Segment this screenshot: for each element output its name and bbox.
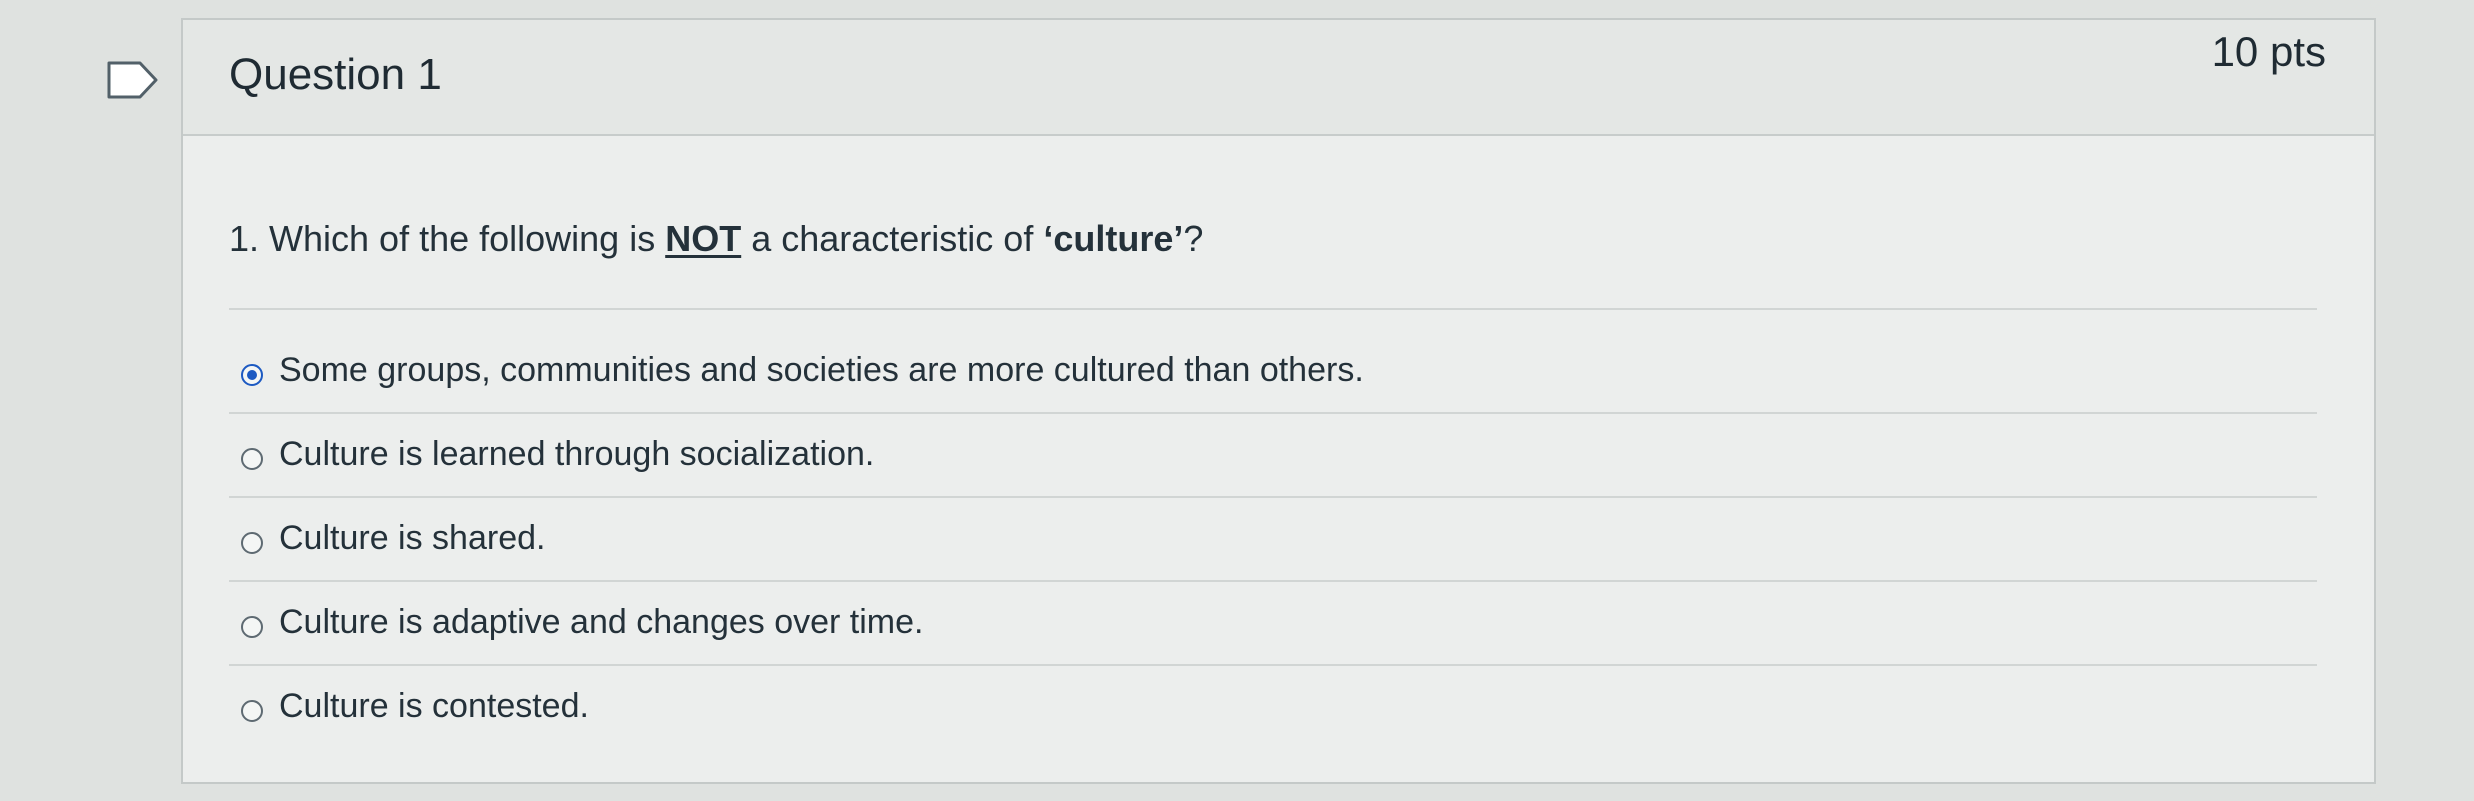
- question-text: 1. Which of the following is NOT a chara…: [229, 218, 1203, 260]
- answers-divider: [229, 308, 2317, 310]
- answer-list: Some groups, communities and societies a…: [229, 330, 2317, 750]
- answer-option-2[interactable]: Culture is learned through socialization…: [229, 414, 2317, 498]
- flag-question-button[interactable]: [106, 60, 160, 100]
- flag-icon: [107, 61, 158, 99]
- question-prompt-term: ‘culture’: [1043, 218, 1184, 259]
- answer-label[interactable]: Culture is adaptive and changes over tim…: [279, 603, 923, 642]
- answer-option-5[interactable]: Culture is contested.: [229, 666, 2317, 750]
- question-prompt-suffix: ?: [1183, 218, 1204, 259]
- question-header: Question 1 10 pts: [183, 20, 2374, 136]
- question-body: 1. Which of the following is NOT a chara…: [183, 136, 2374, 782]
- answer-option-1[interactable]: Some groups, communities and societies a…: [229, 330, 2317, 414]
- question-prompt-middle: a characteristic of: [741, 218, 1044, 259]
- question-points: 10 pts: [2211, 28, 2326, 75]
- answer-label[interactable]: Some groups, communities and societies a…: [279, 351, 1364, 390]
- answer-label[interactable]: Culture is learned through socialization…: [279, 435, 874, 474]
- radio-unselected-icon[interactable]: [241, 448, 263, 470]
- question-prompt-prefix: 1. Which of the following is: [229, 218, 666, 259]
- answer-option-3[interactable]: Culture is shared.: [229, 498, 2317, 582]
- radio-selected-icon[interactable]: [241, 364, 263, 386]
- answer-option-4[interactable]: Culture is adaptive and changes over tim…: [229, 582, 2317, 666]
- question-title: Question 1: [229, 50, 442, 99]
- radio-unselected-icon[interactable]: [241, 532, 263, 554]
- question-card: Question 1 10 pts 1. Which of the follow…: [181, 18, 2376, 784]
- answer-label[interactable]: Culture is shared.: [279, 519, 545, 558]
- radio-unselected-icon[interactable]: [241, 700, 263, 722]
- radio-unselected-icon[interactable]: [241, 616, 263, 638]
- question-prompt-emphasis: NOT: [665, 218, 742, 259]
- answer-label[interactable]: Culture is contested.: [279, 687, 589, 726]
